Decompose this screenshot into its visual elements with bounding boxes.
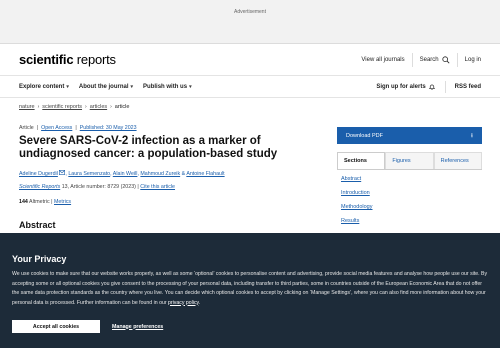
login-link[interactable]: Log in [465,57,481,63]
chevron-right-icon: › [110,104,112,110]
chevron-right-icon: › [37,104,40,110]
nav-about-label: About the journal [78,83,129,90]
nav-about-journal[interactable]: About the journal ▾ [79,84,133,90]
divider [444,80,446,93]
journal-detail: 13, Article number: 8729 (2023) [61,184,136,190]
author-link[interactable]: Mahmoud Zureik [140,171,180,177]
sidebar-tabs: Sections Figures References [337,152,482,170]
altmetric-count: 144 [19,199,28,205]
article-type: Article [19,125,34,131]
divider [411,52,413,67]
abstract-heading: Abstract [19,220,56,230]
chevron-down-icon: ▾ [130,83,134,90]
site-logo[interactable]: scientific reports [19,52,116,67]
journal-name-link[interactable]: Scientific Reports [19,184,60,190]
cookie-text-end: . [198,299,201,306]
open-access-link[interactable]: Open Access [41,125,72,131]
tab-references[interactable]: References [433,152,482,169]
download-pdf-label: Download PDF [346,132,383,139]
advertisement-label: Advertisement [234,9,266,15]
manage-preferences-link[interactable]: Manage preferences [112,324,163,330]
altmetric-label: Altmetric [29,199,50,205]
author-link[interactable]: Antoine Flahault [186,171,224,177]
view-all-journals-link[interactable]: View all journals [361,57,404,63]
cite-this-article-link[interactable]: Cite this article [140,184,175,190]
advertisement-bar: Advertisement [0,0,500,44]
section-link-introduction[interactable]: Introduction [337,190,482,204]
sign-up-alerts-link[interactable]: Sign up for alerts [376,83,435,91]
main-navigation: Explore content ▾ About the journal ▾ Pu… [0,76,500,98]
chevron-down-icon: ▾ [66,83,69,90]
search-icon [442,55,450,63]
meta-separator: | [51,199,53,205]
alerts-label: Sign up for alerts [376,83,426,90]
published-date[interactable]: Published: 30 May 2023 [80,125,137,131]
bell-icon [428,83,435,90]
author-link[interactable]: Adeline Dugerdil [19,171,58,177]
nav-explore-content[interactable]: Explore content ▾ [19,84,69,90]
section-link-methodology[interactable]: Methodology [337,204,482,218]
meta-separator: | [36,125,39,131]
nav-publish-with-us[interactable]: Publish with us ▾ [143,84,192,90]
nav-publish-label: Publish with us [143,83,188,90]
metrics-link[interactable]: Metrics [54,199,71,205]
section-link-results[interactable]: Results [337,218,482,232]
download-pdf-button[interactable]: Download PDF ⭳ [337,127,482,144]
breadcrumb-nature[interactable]: nature [19,104,35,110]
meta-separator: | [137,184,139,190]
download-icon: ⭳ [470,132,473,139]
accept-all-cookies-button[interactable]: Accept all cookies [12,320,100,333]
cookie-consent-banner: Your Privacy We use cookies to make sure… [0,233,500,348]
cookie-banner-text: We use cookies to make sure that our web… [12,270,490,308]
citation-line: Scientific Reports 13, Article number: 8… [19,184,319,190]
article-title: Severe SARS-CoV-2 infection as a marker … [19,135,278,160]
breadcrumb-scientific-reports[interactable]: scientific reports [42,104,82,110]
cookie-actions: Accept all cookies Manage preferences [12,320,488,333]
tab-figures[interactable]: Figures [385,152,434,169]
search-button[interactable]: Search [419,55,450,64]
divider [456,52,458,67]
cookie-banner-title: Your Privacy [12,254,67,264]
chevron-right-icon: › [85,104,87,110]
article-header: Article | Open Access | Published: 30 Ma… [19,125,319,230]
article-meta: Article | Open Access | Published: 30 Ma… [19,125,319,131]
section-link-abstract[interactable]: Abstract [337,176,482,190]
author-list: Adeline Dugerdil , Laura Semenzato, Alai… [19,170,225,177]
author-link[interactable]: Laura Semenzato [68,171,110,177]
search-label: Search [419,56,439,63]
privacy-policy-link[interactable]: privacy policy [168,300,199,306]
email-icon[interactable] [59,170,66,175]
tab-sections[interactable]: Sections [337,152,386,169]
article-sidebar: Download PDF ⭳ Sections Figures Referenc… [337,127,482,232]
author-link[interactable]: Alain Weill [113,171,138,177]
logo-bold-text: scientific [19,52,74,67]
chevron-down-icon: ▾ [189,83,192,90]
logo-regular-text: reports [76,52,116,67]
breadcrumb-current: article [114,104,130,110]
sections-list: Abstract Introduction Methodology Result… [337,176,482,232]
rss-feed-link[interactable]: RSS feed [455,84,481,90]
breadcrumb: nature › scientific reports › articles ›… [19,104,129,110]
metrics-line: 144 Altmetric | Metrics [19,199,319,205]
breadcrumb-articles[interactable]: articles [90,104,107,110]
masthead: scientific reports View all journals Sea… [0,44,500,76]
meta-separator: | [75,125,77,131]
cookie-text-body: We use cookies to make sure that our web… [12,271,488,306]
nav-explore-label: Explore content [19,83,65,90]
